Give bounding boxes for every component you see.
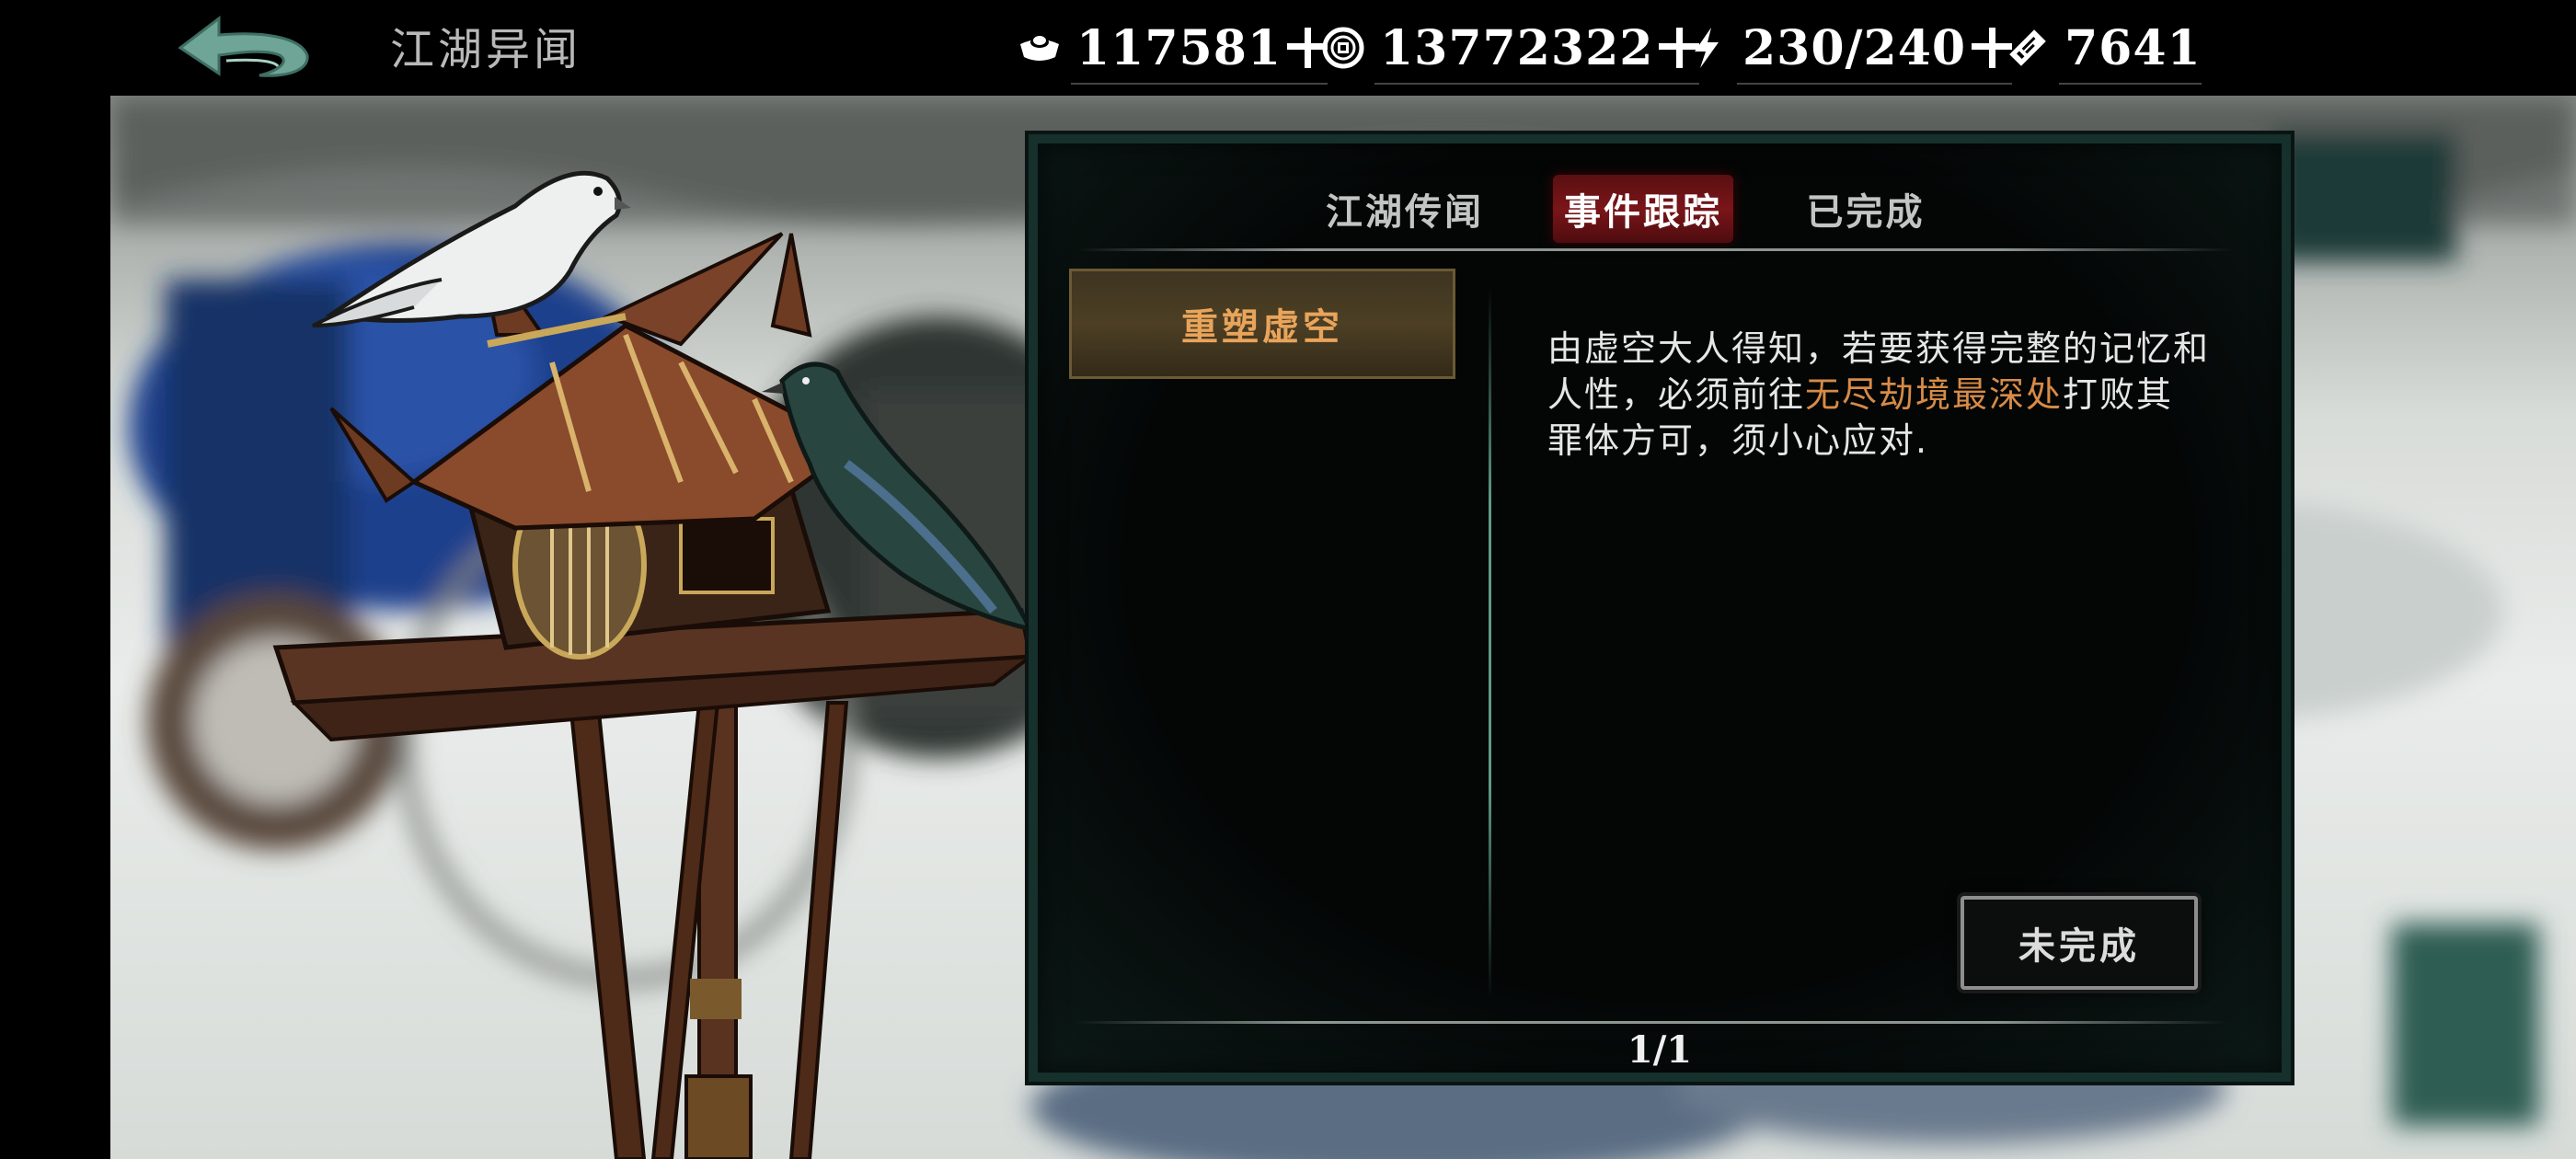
quest-status-button[interactable]: 未完成 [1961, 896, 2198, 990]
description-highlight: 无尽劫境最深处 [1805, 374, 2064, 415]
quest-description: 由虚空大人得知，若要获得完整的记忆和人性，必须前往无尽劫境最深处打败其罪体方可，… [1547, 326, 2210, 464]
quest-status-label: 未完成 [2018, 924, 2140, 968]
stamina-resource: 230/240 [1682, 17, 2013, 85]
page-title: 江湖异闻 [390, 24, 582, 75]
quest-list-item[interactable]: 重塑虚空 [1069, 269, 1455, 379]
bottom-divider [1075, 1021, 2226, 1024]
tab-completed[interactable]: 已完成 [1792, 175, 1939, 243]
silver-underline [1071, 83, 1328, 85]
tab-jianghu-rumors[interactable]: 江湖传闻 [1317, 175, 1492, 243]
silver-resource: 117581 [1016, 17, 1328, 85]
back-arrow-icon [178, 15, 309, 77]
quest-list-item-label: 重塑虚空 [1181, 305, 1343, 349]
stamina-value: 230/240 [1742, 19, 1967, 76]
page-indicator: 1/1 [1627, 1028, 1693, 1072]
coin-value: 13772322 [1380, 19, 1654, 76]
back-button[interactable] [171, 13, 315, 86]
coin-resource: 13772322 [1319, 17, 1700, 85]
top-bar: 江湖异闻 117581 13772322 230/240 7641 [0, 0, 2576, 96]
tab-event-tracking[interactable]: 事件跟踪 [1553, 175, 1733, 243]
event-panel: 江湖传闻 事件跟踪 已完成 重塑虚空 由虚空大人得知，若要获得完整的记忆和人性，… [1029, 134, 2291, 1082]
ticket-value: 7641 [2064, 19, 2202, 76]
coin-underline [1374, 83, 1700, 85]
ticket-underline [2059, 83, 2202, 85]
ticket-icon [2004, 24, 2052, 72]
vertical-divider [1489, 289, 1491, 999]
silver-ingot-icon [1016, 24, 1064, 72]
tab-divider [1076, 248, 2234, 251]
lightning-icon [1682, 24, 1730, 72]
copper-coin-icon [1319, 24, 1367, 72]
ticket-resource: 7641 [2004, 17, 2202, 85]
stamina-underline [1737, 83, 2013, 85]
silver-value: 117581 [1076, 19, 1282, 76]
